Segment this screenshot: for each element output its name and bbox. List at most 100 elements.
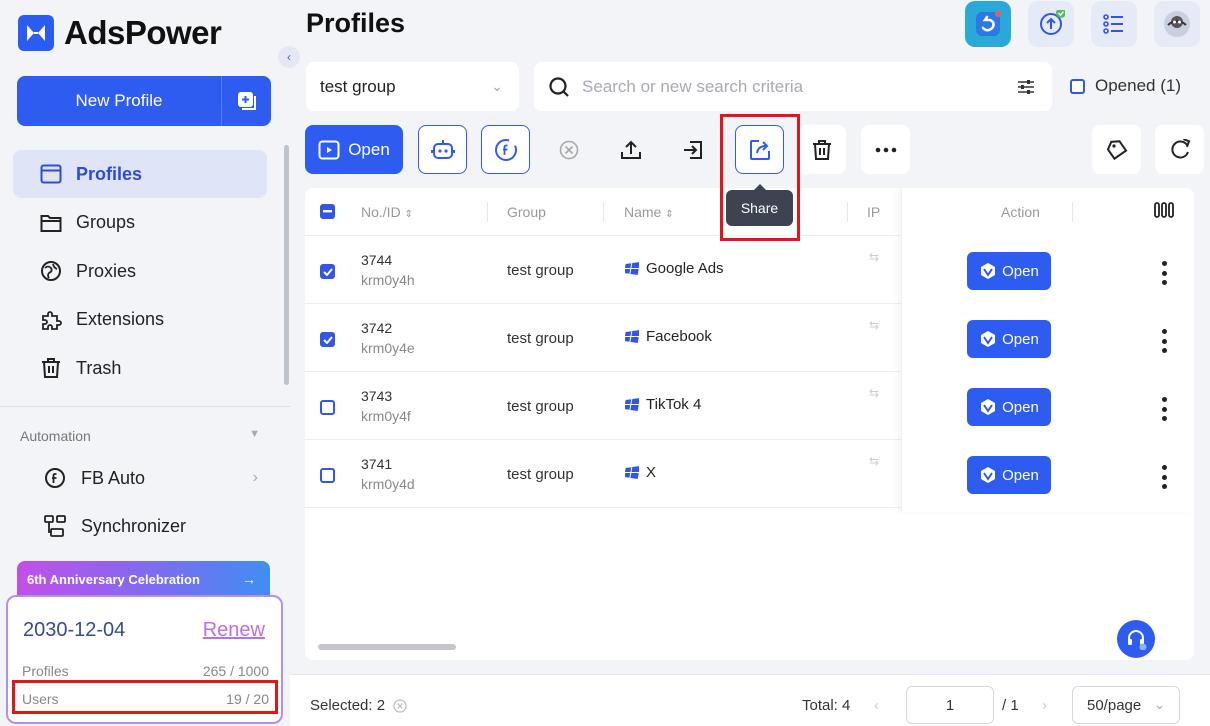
- more-actions-button[interactable]: [861, 125, 910, 174]
- refresh-button[interactable]: [1155, 125, 1204, 174]
- column-header-name[interactable]: Name ⇕: [624, 204, 674, 220]
- anniversary-banner[interactable]: 6th Anniversary Celebration →: [17, 561, 270, 597]
- filter-settings-icon[interactable]: [1016, 78, 1036, 96]
- app-shortcut-button[interactable]: [965, 1, 1011, 47]
- row-open-button[interactable]: Open: [967, 320, 1051, 358]
- sidebar-item-extensions[interactable]: Extensions: [13, 296, 267, 344]
- row-more-button[interactable]: [1156, 326, 1172, 356]
- collapse-sidebar-button[interactable]: ‹: [278, 46, 300, 68]
- brand-logo: AdsPower: [18, 14, 222, 52]
- clear-selection-icon[interactable]: [393, 698, 407, 713]
- browser-window-icon: [318, 140, 340, 159]
- profile-id: krm0y4e: [361, 340, 415, 356]
- profile-name: TikTok 4: [625, 396, 701, 413]
- row-checkbox[interactable]: [320, 400, 335, 415]
- profile-group: test group: [507, 466, 574, 483]
- chevron-right-icon: ›: [252, 469, 258, 486]
- selected-count-text: Selected: 2: [310, 697, 386, 714]
- search-icon: [549, 76, 569, 97]
- prev-page-button[interactable]: ‹: [874, 697, 879, 714]
- sidebar-scrollbar[interactable]: [284, 145, 289, 385]
- share-button[interactable]: [735, 125, 784, 174]
- new-profile-button[interactable]: New Profile: [17, 76, 271, 126]
- upload-sync-button[interactable]: [1028, 1, 1074, 47]
- group-select[interactable]: test group ⌄: [306, 62, 519, 111]
- support-button[interactable]: [1117, 620, 1155, 658]
- row-open-button[interactable]: Open: [967, 252, 1051, 290]
- select-all-checkbox[interactable]: [320, 204, 335, 219]
- search-bar[interactable]: [534, 62, 1052, 111]
- table-horizontal-scrollbar[interactable]: [318, 644, 456, 650]
- windows-icon: [625, 330, 639, 343]
- sun-browser-icon: [981, 331, 996, 347]
- automation-section-header[interactable]: Automation ▼: [20, 428, 260, 444]
- action-column: Action Open Open Open Open: [901, 188, 1194, 512]
- page-number-input[interactable]: [906, 686, 994, 724]
- check-icon: [322, 267, 333, 276]
- automation-heading: Automation: [20, 428, 91, 444]
- page-size-select[interactable]: 50/page ⌄: [1072, 686, 1180, 724]
- sidebar-item-trash[interactable]: Trash: [13, 344, 267, 392]
- sidebar-nav: Profiles Groups Proxies Extensions Trash: [13, 150, 267, 393]
- sidebar-item-groups[interactable]: Groups: [13, 199, 267, 247]
- check-icon: [322, 335, 333, 344]
- facebook-auto-icon: [45, 468, 65, 488]
- facebook-sync-icon: [494, 138, 517, 161]
- total-count: Total: 4: [802, 697, 851, 714]
- column-divider: [487, 202, 488, 222]
- sidebar-item-fb-auto[interactable]: FB Auto ›: [43, 466, 258, 490]
- rpa-button[interactable]: [418, 125, 467, 174]
- export-button[interactable]: [606, 125, 655, 174]
- group-select-value: test group: [320, 76, 396, 96]
- row-checkbox[interactable]: [320, 468, 335, 483]
- fb-auto-button[interactable]: [481, 125, 530, 174]
- column-divider: [1072, 202, 1073, 222]
- row-open-button[interactable]: Open: [967, 388, 1051, 426]
- batch-add-button[interactable]: [221, 76, 271, 126]
- main-content: Profiles test group ⌄ Opened (1) Open: [290, 0, 1210, 726]
- search-input[interactable]: [582, 76, 1004, 97]
- ip-swap-icon: ⇆: [869, 454, 880, 468]
- row-more-button[interactable]: [1156, 394, 1172, 424]
- row-open-button[interactable]: Open: [967, 456, 1051, 494]
- windows-icon: [625, 466, 639, 479]
- user-avatar-button[interactable]: [1154, 1, 1200, 47]
- next-page-button[interactable]: ›: [1042, 697, 1047, 714]
- indeterminate-icon: [323, 210, 332, 213]
- row-more-button[interactable]: [1156, 462, 1172, 492]
- close-profiles-button[interactable]: [544, 125, 593, 174]
- share-icon: [749, 139, 770, 160]
- import-button[interactable]: [668, 125, 717, 174]
- row-checkbox[interactable]: [320, 264, 335, 279]
- plan-expiry-date: 2030-12-04: [23, 619, 126, 641]
- profiles-table: No./ID ⇕ Group Name ⇕ IP 3744 krm0y4h te…: [305, 188, 1194, 660]
- profile-group: test group: [507, 262, 574, 279]
- more-horizontal-icon: [875, 147, 896, 152]
- column-divider: [847, 202, 848, 222]
- profiles-icon: [40, 164, 62, 184]
- renew-link[interactable]: Renew: [203, 619, 265, 642]
- task-list-button[interactable]: [1091, 1, 1137, 47]
- sidebar-item-proxies[interactable]: Proxies: [13, 247, 267, 295]
- sidebar-divider: [0, 406, 290, 407]
- column-header-no-id[interactable]: No./ID ⇕: [361, 204, 413, 220]
- sidebar-item-synchronizer[interactable]: Synchronizer: [43, 514, 258, 538]
- tag-button[interactable]: [1092, 125, 1141, 174]
- opened-filter-checkbox[interactable]: Opened (1): [1070, 76, 1181, 96]
- sidebar-item-profiles[interactable]: Profiles: [13, 150, 267, 198]
- close-circle-icon: [559, 140, 578, 159]
- chevron-down-icon: ⌄: [491, 78, 503, 94]
- new-profile-label[interactable]: New Profile: [17, 76, 221, 126]
- sun-browser-icon: [981, 399, 996, 415]
- tag-icon: [1106, 139, 1127, 160]
- row-checkbox[interactable]: [320, 332, 335, 347]
- app-badge-icon: [976, 11, 1001, 36]
- open-selected-button[interactable]: Open: [305, 125, 403, 174]
- windows-icon: [625, 262, 639, 275]
- column-settings-icon[interactable]: [1154, 202, 1174, 223]
- delete-button[interactable]: [797, 125, 846, 174]
- trash-icon: [42, 358, 60, 378]
- row-more-button[interactable]: [1156, 258, 1172, 288]
- column-divider: [603, 202, 604, 222]
- column-header-label: No./ID: [361, 204, 401, 220]
